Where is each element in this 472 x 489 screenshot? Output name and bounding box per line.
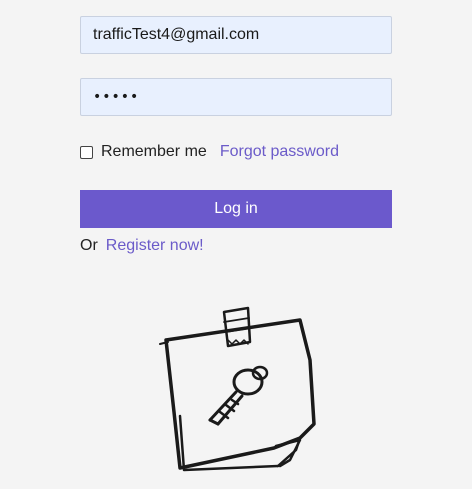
password-field[interactable]: ••••• — [80, 78, 392, 116]
remember-checkbox[interactable] — [80, 145, 93, 159]
or-text: Or — [80, 237, 98, 254]
register-row: Or Register now! — [80, 236, 204, 256]
register-link[interactable]: Register now! — [106, 237, 204, 255]
remember-row: Remember me Forgot password — [80, 142, 339, 162]
email-field[interactable] — [80, 16, 392, 54]
login-button[interactable]: Log in — [80, 190, 392, 228]
sticky-note-key-icon — [150, 300, 325, 480]
forgot-password-link[interactable]: Forgot password — [220, 143, 339, 161]
remember-label[interactable]: Remember me — [101, 143, 207, 161]
